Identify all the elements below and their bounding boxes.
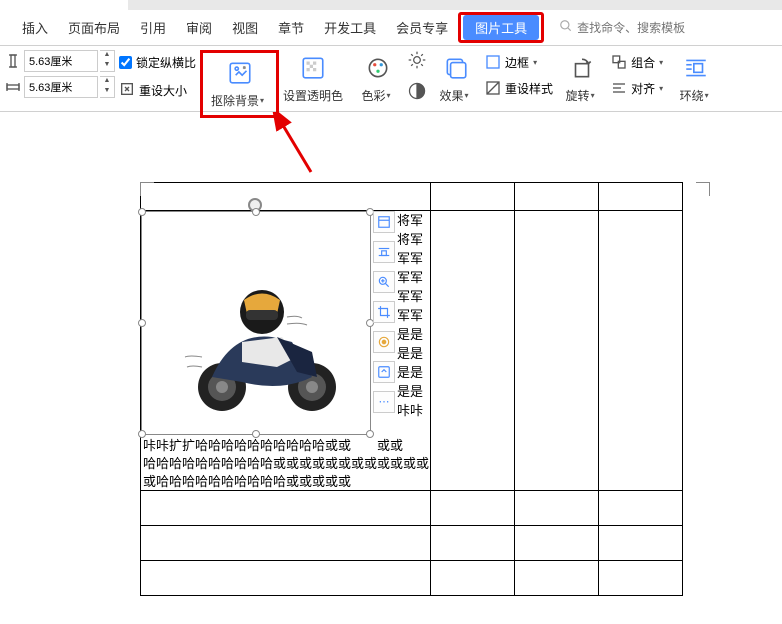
effect-button[interactable]: 效果▾ [431,50,481,108]
lock-ratio-label: 锁定纵横比 [136,54,196,71]
rotate-button[interactable]: 旋转▾ [557,50,607,108]
effect-icon [442,54,470,82]
search-input[interactable] [577,21,697,35]
color-button[interactable]: 色彩▾ [353,50,403,108]
cell-text-overlay: 将军将军 军军 军军军军 军军 是是 是是 是是 是是 咔咔 [371,211,431,420]
tab-reference[interactable]: 引用 [130,12,176,43]
reset-size-button[interactable]: 重设大小 [119,78,196,102]
height-input[interactable] [24,50,98,72]
wrap-button[interactable]: 环绕▾ [671,50,721,108]
reset-size-icon [119,81,135,100]
tab-member[interactable]: 会员专享 [386,12,458,43]
lock-ratio-checkbox[interactable] [119,56,132,69]
width-input[interactable] [24,76,98,98]
annotation-highlight-tab: 图片工具 [458,12,544,43]
resize-handle-tl[interactable] [138,208,146,216]
remove-bg-button[interactable]: 抠除背景▾ [205,55,274,113]
annotation-arrow [256,112,336,192]
remove-bg-icon [226,59,254,87]
motorcycle-image [182,282,352,412]
contrast-icon[interactable] [407,81,427,104]
tab-chapter[interactable]: 章节 [268,12,314,43]
tab-picture-tools[interactable]: 图片工具 [463,15,539,40]
chevron-down-icon: ▾ [591,91,599,100]
page-corner-tr [696,182,710,196]
height-up[interactable]: ▲ [100,51,114,61]
document-table: ⋯ 将军将军 军军 军军军军 军军 是是 是是 是是 是是 咔咔 咔咔扩扩哈哈哈… [140,182,683,596]
page-corner-tl [140,182,154,196]
chevron-down-icon: ▾ [387,91,395,100]
set-transparent-button[interactable]: 设置透明色 [277,50,349,108]
transparent-icon [299,54,327,82]
chevron-down-icon: ▾ [705,91,713,100]
group-button[interactable]: 组合▾ [611,50,667,74]
search-icon [559,19,573,36]
tab-insert[interactable]: 插入 [12,12,58,43]
tab-page-layout[interactable]: 页面布局 [58,12,130,43]
align-button[interactable]: 对齐▾ [611,76,667,100]
width-up[interactable]: ▲ [100,77,114,87]
chevron-down-icon: ▾ [465,91,473,100]
color-icon [364,54,392,82]
annotation-highlight-button: 抠除背景▾ [200,50,279,118]
wrap-icon [682,54,710,82]
width-down[interactable]: ▼ [100,87,114,97]
chevron-down-icon: ▾ [260,96,268,105]
rotate-icon [568,54,596,82]
selected-image[interactable] [141,211,371,435]
resize-handle-tm[interactable] [252,208,260,216]
tab-dev-tools[interactable]: 开发工具 [314,12,386,43]
brightness-icon[interactable] [407,50,427,73]
cell-text: 咔咔扩扩哈哈哈哈哈哈哈哈哈哈或或或或 哈哈哈哈哈哈哈哈哈哈或或或或或或或或或或或… [141,435,431,493]
reset-style-button[interactable]: 重设样式 [485,76,553,100]
height-down[interactable]: ▼ [100,61,114,71]
width-icon [4,78,22,96]
border-button[interactable]: 边框▾ [485,50,553,74]
tab-review[interactable]: 审阅 [176,12,222,43]
resize-handle-ml[interactable] [138,319,146,327]
height-icon [4,52,22,70]
tab-view[interactable]: 视图 [222,12,268,43]
